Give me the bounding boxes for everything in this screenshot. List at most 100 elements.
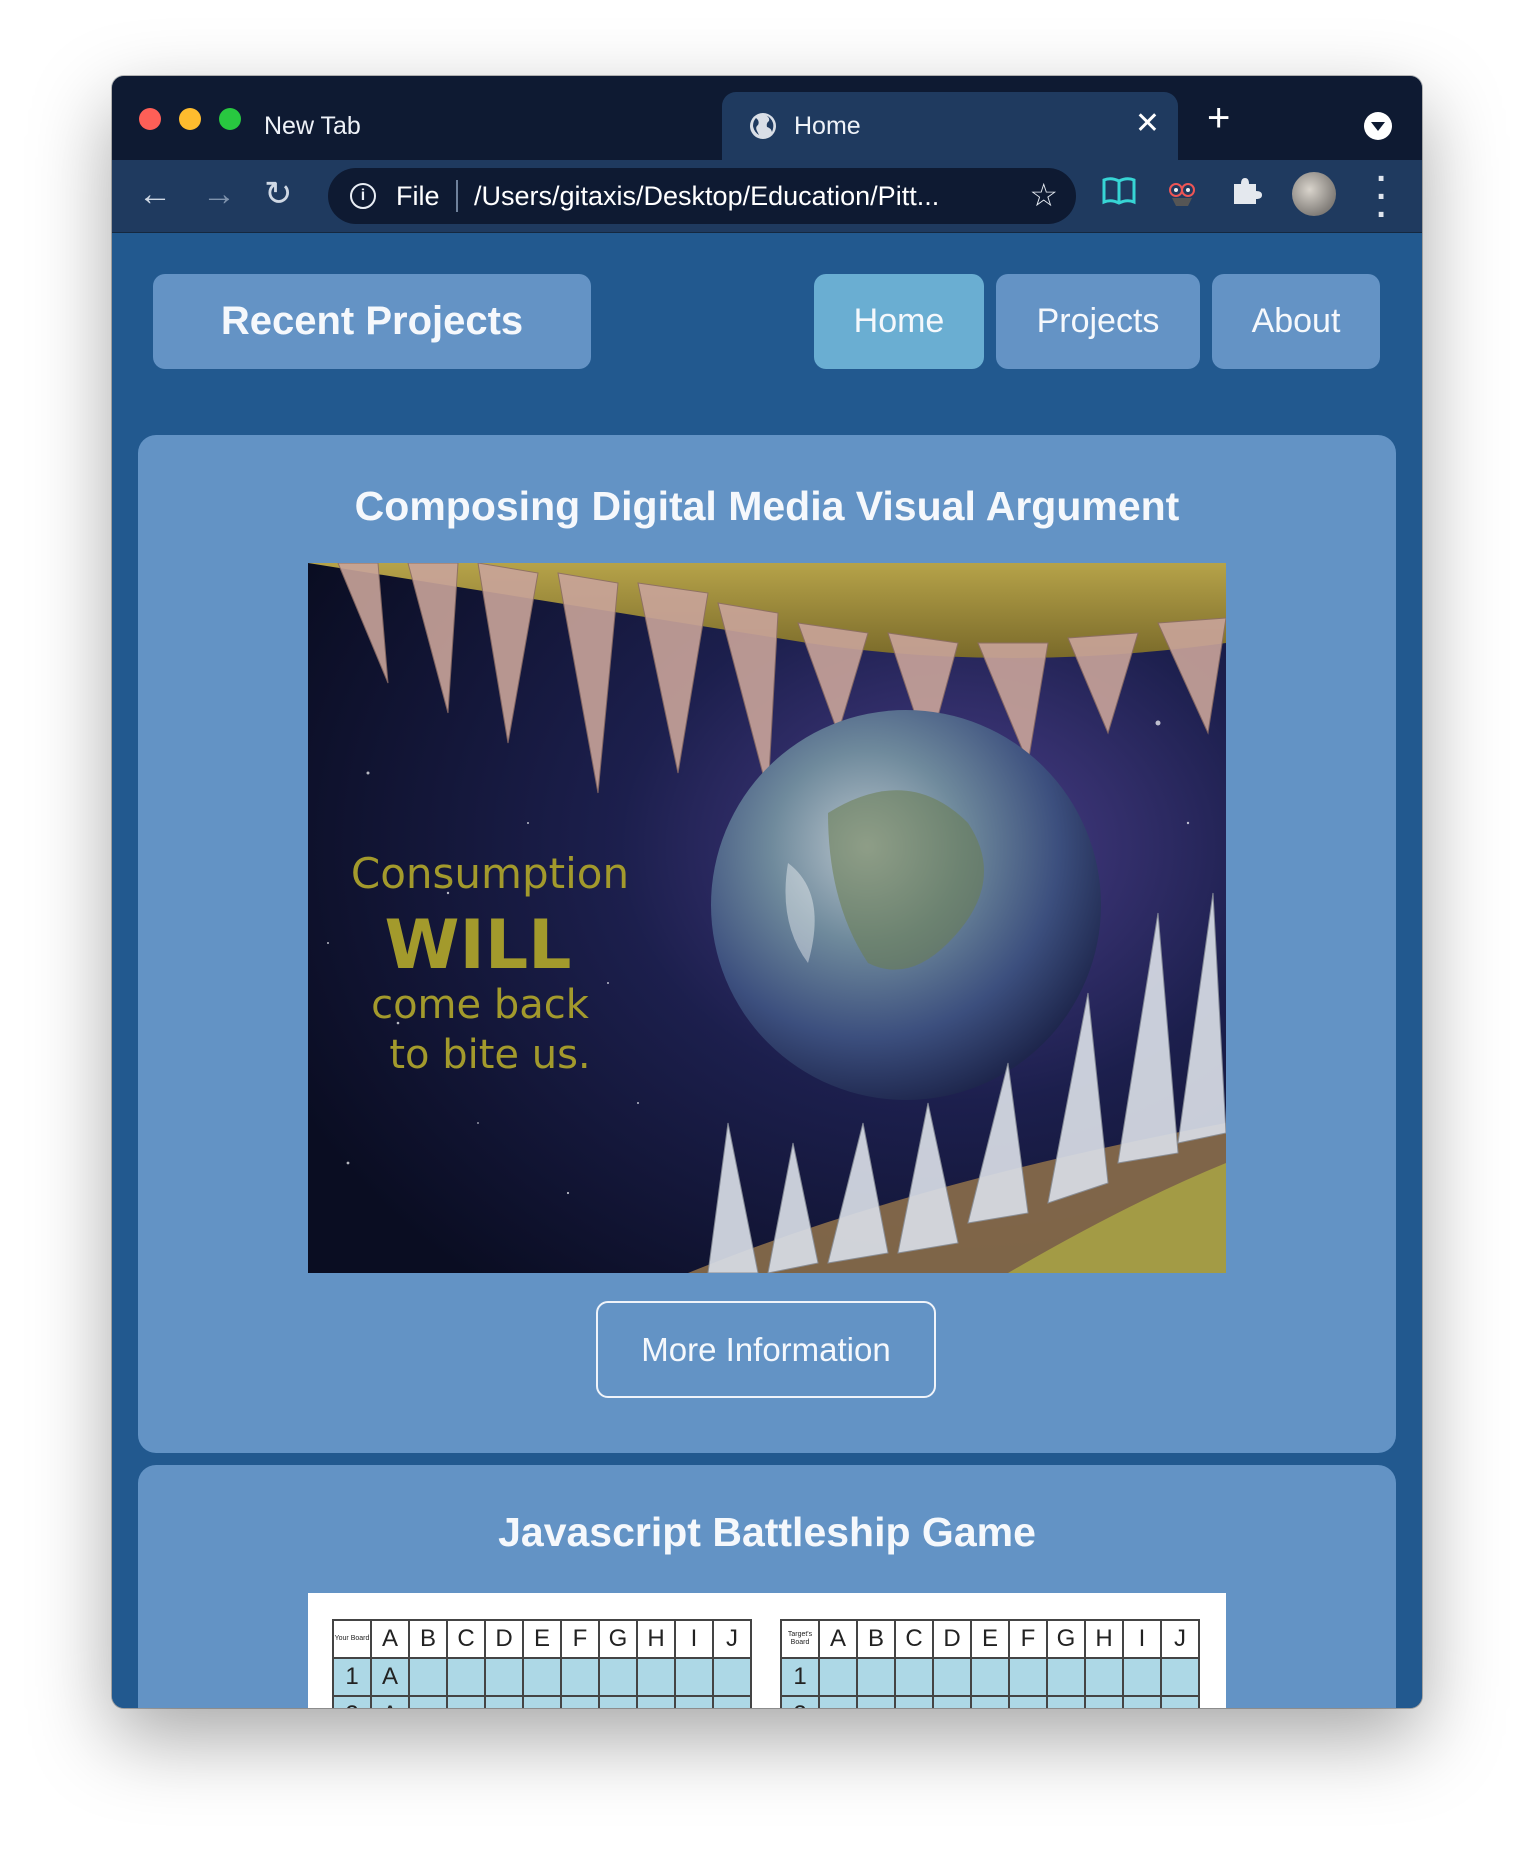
forward-arrow-icon[interactable]: → [202, 172, 236, 216]
project-card: Javascript Battleship Game Your Board A … [138, 1465, 1396, 1708]
board-cell[interactable] [1008, 1657, 1048, 1697]
kebab-menu-icon[interactable]: · · · [1372, 162, 1392, 232]
owl-icon[interactable] [1166, 176, 1198, 215]
board-cell[interactable] [1084, 1695, 1124, 1708]
slogan-line: WILL [385, 906, 572, 985]
board-cell[interactable] [818, 1695, 858, 1708]
column-header: J [712, 1619, 752, 1659]
board-cell[interactable] [636, 1695, 676, 1708]
globe-icon [750, 113, 776, 139]
column-header: G [598, 1619, 638, 1659]
project-title: Javascript Battleship Game [498, 1509, 1036, 1555]
book-icon[interactable] [1102, 176, 1136, 215]
project-card: Composing Digital Media Visual Argument [138, 435, 1396, 1453]
board-cell[interactable] [560, 1695, 600, 1708]
column-header: E [970, 1619, 1010, 1659]
board-cell[interactable] [1046, 1695, 1086, 1708]
slogan-line: to bite us. [389, 1032, 590, 1078]
column-header: A [370, 1619, 410, 1659]
project-title: Composing Digital Media Visual Argument [354, 483, 1180, 529]
battleship-image: Your Board A B C D E F G H I J 1 A Targe… [308, 1593, 1226, 1708]
browser-toolbar: ← → ↻ i File /Users/gitaxis/Desktop/Educ… [112, 160, 1422, 233]
board-cell[interactable] [522, 1657, 562, 1697]
column-header: D [932, 1619, 972, 1659]
column-header: J [1160, 1619, 1200, 1659]
address-bar[interactable]: i File /Users/gitaxis/Desktop/Education/… [328, 168, 1076, 224]
bookmark-star-icon[interactable]: ☆ [1029, 176, 1058, 214]
info-icon[interactable]: i [350, 183, 376, 209]
board-cell[interactable] [1160, 1657, 1200, 1697]
row-header: 1 [332, 1657, 372, 1697]
board-cell[interactable] [932, 1657, 972, 1697]
board-cell[interactable] [522, 1695, 562, 1708]
nav-projects-button[interactable]: Projects [996, 274, 1200, 369]
board-cell[interactable] [1046, 1657, 1086, 1697]
column-header: I [1122, 1619, 1162, 1659]
board-cell[interactable] [674, 1657, 714, 1697]
board-cell[interactable] [446, 1695, 486, 1708]
slogan-line: Consumption [351, 849, 629, 898]
board-cell[interactable] [598, 1695, 638, 1708]
close-icon[interactable]: ✕ [1135, 106, 1160, 141]
board-cell[interactable] [818, 1657, 858, 1697]
tab-home[interactable]: Home ✕ [722, 92, 1178, 160]
scheme-label: File [396, 181, 440, 211]
row-header: 2 [780, 1695, 820, 1708]
board-cell[interactable] [408, 1657, 448, 1697]
board-cell[interactable] [970, 1695, 1010, 1708]
board-cell[interactable] [1008, 1695, 1048, 1708]
board-corner-label: Target's Board [780, 1619, 820, 1659]
avatar[interactable] [1292, 172, 1336, 216]
board-cell[interactable] [894, 1657, 934, 1697]
column-header: C [446, 1619, 486, 1659]
column-header: A [818, 1619, 858, 1659]
site-title-button[interactable]: Recent Projects [153, 274, 591, 369]
board-cell[interactable] [894, 1695, 934, 1708]
column-header: D [484, 1619, 524, 1659]
minimize-window-button[interactable] [179, 108, 201, 130]
slogan-line: come back [371, 982, 590, 1028]
puzzle-icon[interactable] [1230, 174, 1262, 215]
board-cell[interactable] [970, 1657, 1010, 1697]
board-cell[interactable] [932, 1695, 972, 1708]
url-text[interactable]: /Users/gitaxis/Desktop/Education/Pitt... [474, 181, 939, 212]
board-cell[interactable] [1084, 1657, 1124, 1697]
column-header: G [1046, 1619, 1086, 1659]
row-header: 2 [332, 1695, 372, 1708]
nav-home-button[interactable]: Home [814, 274, 984, 369]
board-cell[interactable] [1160, 1695, 1200, 1708]
board-cell[interactable] [598, 1657, 638, 1697]
board-cell[interactable] [1122, 1657, 1162, 1697]
column-header: F [560, 1619, 600, 1659]
column-header: E [522, 1619, 562, 1659]
board-cell[interactable] [560, 1657, 600, 1697]
row-header: 1 [780, 1657, 820, 1697]
board-cell[interactable] [712, 1657, 752, 1697]
reload-icon[interactable]: ↻ [264, 172, 293, 216]
column-header: H [636, 1619, 676, 1659]
board-cell[interactable] [674, 1695, 714, 1708]
board-cell[interactable] [636, 1657, 676, 1697]
board-cell[interactable] [484, 1695, 524, 1708]
column-header: C [894, 1619, 934, 1659]
board-cell[interactable] [1122, 1695, 1162, 1708]
nav-about-button[interactable]: About [1212, 274, 1380, 369]
back-arrow-icon[interactable]: ← [138, 172, 172, 216]
close-window-button[interactable] [139, 108, 161, 130]
tab-search-icon[interactable] [1364, 112, 1392, 140]
column-header: B [856, 1619, 896, 1659]
board-cell[interactable]: A [370, 1695, 410, 1708]
board-cell[interactable] [712, 1695, 752, 1708]
board-corner-label: Your Board [332, 1619, 372, 1659]
new-tab-button[interactable]: + [1207, 98, 1230, 138]
board-cell[interactable] [484, 1657, 524, 1697]
board-cell[interactable] [408, 1695, 448, 1708]
board-cell[interactable] [446, 1657, 486, 1697]
board-cell[interactable] [856, 1695, 896, 1708]
more-information-button[interactable]: More Information [596, 1301, 936, 1398]
board-cell[interactable]: A [370, 1657, 410, 1697]
column-header: F [1008, 1619, 1048, 1659]
board-cell[interactable] [856, 1657, 896, 1697]
zoom-window-button[interactable] [219, 108, 241, 130]
tab-title: New Tab [264, 112, 361, 140]
